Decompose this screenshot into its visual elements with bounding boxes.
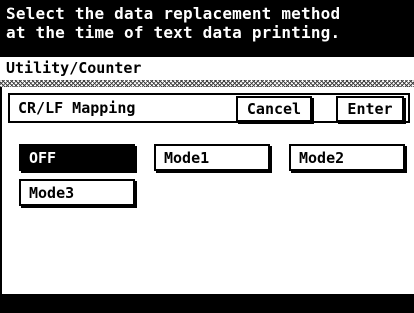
main-screen: Utility/Counter CR/LF Mapping Cancel Ent…: [0, 57, 414, 294]
instruction-banner: Select the data replacement method at th…: [0, 0, 414, 57]
settings-pane: CR/LF Mapping Cancel Enter OFF Mode1 Mod…: [0, 87, 414, 294]
cancel-button[interactable]: Cancel: [236, 96, 312, 122]
footer-bar: [0, 294, 414, 313]
panel-header: CR/LF Mapping Cancel Enter: [8, 93, 410, 123]
breadcrumb: Utility/Counter: [6, 59, 142, 77]
mode1-button[interactable]: Mode1: [154, 144, 270, 171]
hatch-divider: [0, 80, 414, 87]
instruction-line-1: Select the data replacement method: [6, 4, 341, 23]
mode2-button[interactable]: Mode2: [289, 144, 405, 171]
mode3-button[interactable]: Mode3: [19, 179, 135, 206]
instruction-line-2: at the time of text data printing.: [6, 23, 341, 42]
mode-off-button[interactable]: OFF: [19, 144, 135, 171]
panel-title: CR/LF Mapping: [18, 99, 136, 117]
enter-button[interactable]: Enter: [336, 96, 404, 122]
